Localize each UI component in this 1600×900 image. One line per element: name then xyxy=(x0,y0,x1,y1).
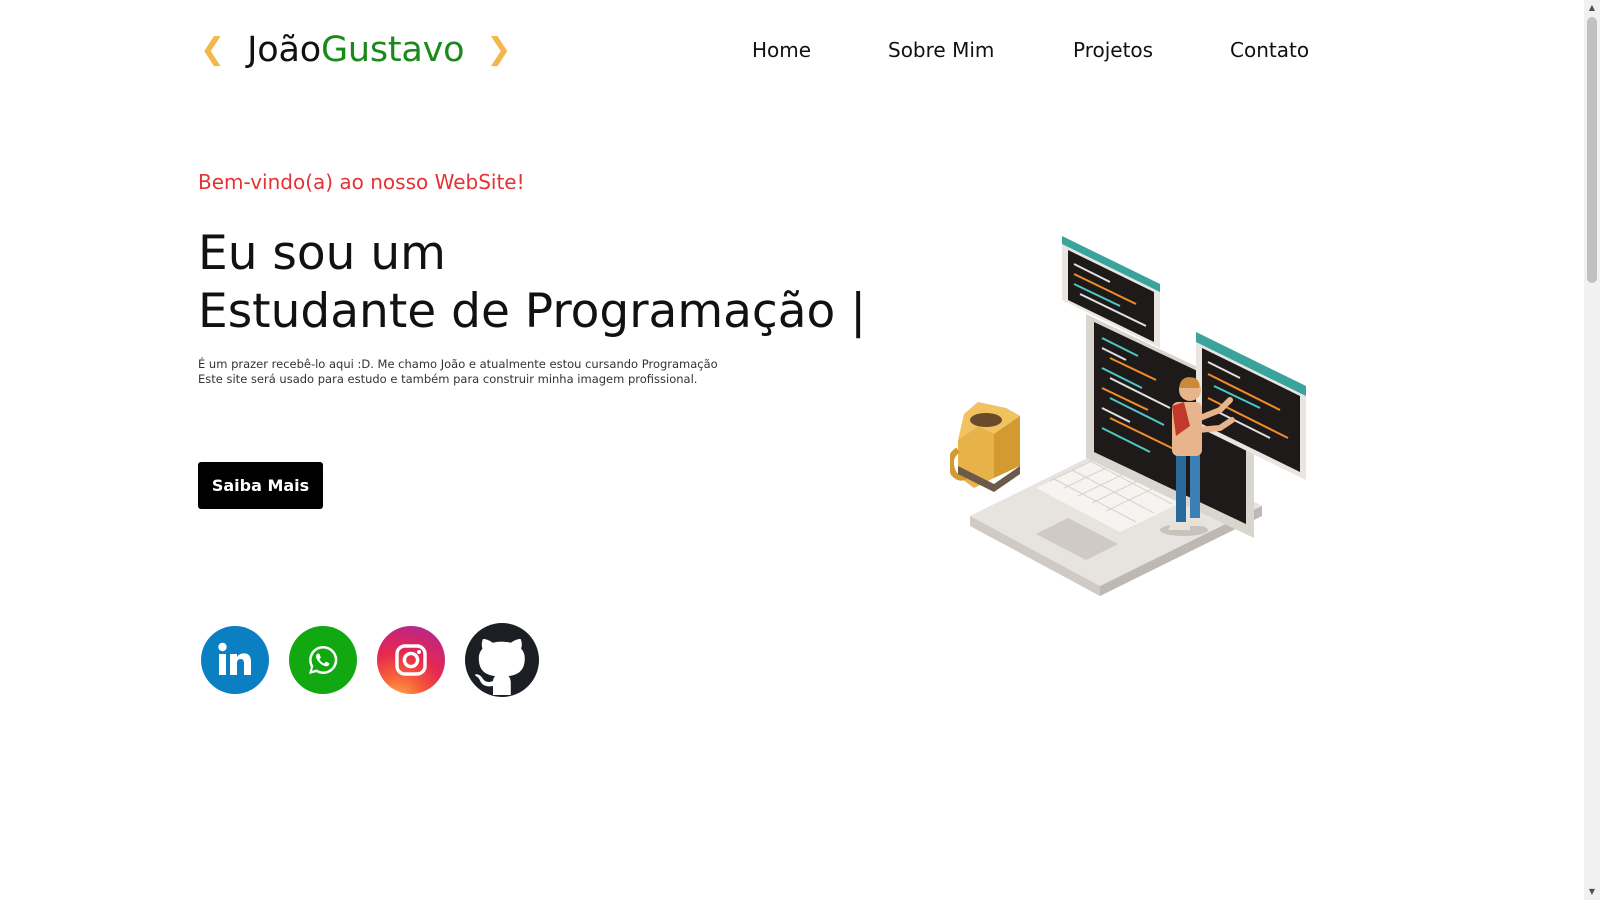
site-logo[interactable]: ❮ JoãoGustavo ❯ xyxy=(200,26,512,74)
page: ❮ JoãoGustavo ❯ Home Sobre Mim Projetos … xyxy=(0,0,1600,900)
programmer-laptop-illustration xyxy=(950,236,1306,596)
nav-home-link[interactable]: Home xyxy=(752,36,811,64)
chevron-right-icon: ❯ xyxy=(486,32,512,67)
hero-headline: Eu sou um Estudante de Programação | xyxy=(198,225,866,341)
scroll-up-arrow-icon[interactable]: ▲ xyxy=(1584,0,1600,16)
description-line-2: Este site será usado para estudo e també… xyxy=(198,372,698,386)
scrollbar-thumb[interactable] xyxy=(1587,17,1597,283)
welcome-text: Bem-vindo(a) ao nosso WebSite! xyxy=(198,170,525,194)
logo-last-name: Gustavo xyxy=(320,30,465,70)
headline-line-1: Eu sou um xyxy=(198,226,446,281)
github-icon[interactable] xyxy=(465,623,539,697)
instagram-icon[interactable] xyxy=(377,626,445,694)
scroll-down-arrow-icon[interactable]: ▼ xyxy=(1584,884,1600,900)
linkedin-icon[interactable] xyxy=(201,626,269,694)
nav-projetos-link[interactable]: Projetos xyxy=(1073,36,1153,64)
nav-contato-link[interactable]: Contato xyxy=(1230,36,1309,64)
nav-sobre-mim-link[interactable]: Sobre Mim xyxy=(888,36,994,64)
chevron-left-icon: ❮ xyxy=(200,32,226,67)
social-links xyxy=(201,623,539,697)
whatsapp-icon[interactable] xyxy=(289,626,357,694)
logo-text: JoãoGustavo xyxy=(247,26,464,74)
hero-description: É um prazer recebê-lo aqui :D. Me chamo … xyxy=(198,357,718,387)
saiba-mais-button[interactable]: Saiba Mais xyxy=(198,462,323,509)
description-line-1: É um prazer recebê-lo aqui :D. Me chamo … xyxy=(198,357,718,371)
logo-first-name: João xyxy=(247,30,321,70)
headline-line-2: Estudante de Programação | xyxy=(198,284,867,339)
page-scrollbar[interactable]: ▲ ▼ xyxy=(1584,0,1600,900)
